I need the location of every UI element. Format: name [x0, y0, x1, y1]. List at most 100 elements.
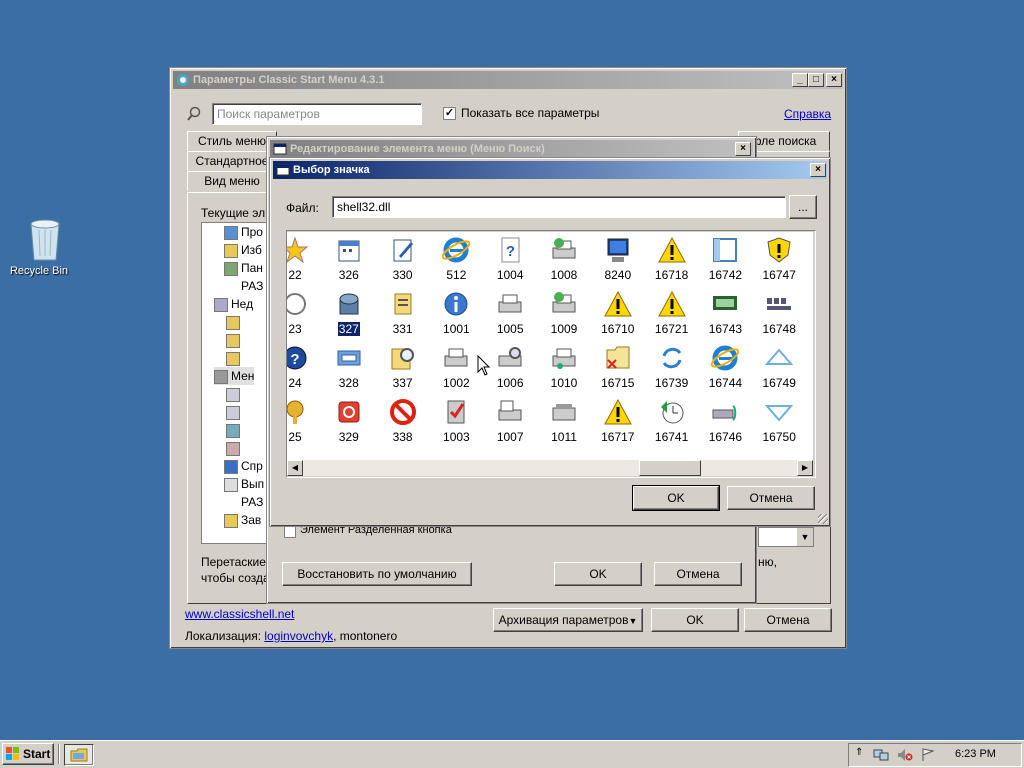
icon-cancel-button[interactable]: Отмена	[727, 486, 815, 510]
icon-cell[interactable]: 16746	[698, 396, 752, 450]
icon-cell[interactable]: 16744	[698, 342, 752, 396]
localization-link[interactable]: loginvovchyk	[264, 629, 333, 643]
tree-item[interactable]: Пан	[224, 259, 263, 277]
icon-cell[interactable]: 25	[287, 396, 322, 450]
tree-item[interactable]	[226, 439, 243, 457]
tree-item[interactable]: Про	[224, 223, 263, 241]
tab-menu-style[interactable]: Стиль меню	[187, 131, 277, 151]
help-link[interactable]: Справка	[784, 107, 831, 121]
icon-cell[interactable]: 1003	[429, 396, 483, 450]
scroll-thumb[interactable]	[639, 460, 701, 476]
icon-dialog-close-button[interactable]: ×	[810, 163, 826, 177]
search-input[interactable]: Поиск параметров	[212, 103, 422, 125]
main-ok-button[interactable]: OK	[651, 608, 739, 632]
icon-cell[interactable]: ? 24	[287, 342, 322, 396]
site-link[interactable]: www.classicshell.net	[185, 607, 294, 621]
icon-cell[interactable]: 16718	[645, 234, 699, 288]
icon-cell[interactable]: 8240	[591, 234, 645, 288]
tree-item[interactable]: Мен	[214, 367, 255, 385]
icon-cell[interactable]: 1011	[537, 396, 591, 450]
taskbar-explorer-button[interactable]	[64, 744, 94, 766]
tree-item[interactable]: Спр	[224, 457, 263, 475]
icon-cell[interactable]: 331	[376, 288, 430, 342]
tree-item[interactable]: Изб	[224, 241, 262, 259]
icon-grid[interactable]: 22 326 330 512? 1004 1008 8240 16718 16742 16747 2…	[287, 232, 813, 460]
icon-cell[interactable]: 1010	[537, 342, 591, 396]
tab-standard[interactable]: Стандартное	[187, 151, 277, 171]
browse-button[interactable]: ...	[789, 195, 817, 219]
tree-item[interactable]	[226, 349, 243, 367]
tree-item[interactable]: Нед	[214, 295, 253, 313]
show-all-checkbox[interactable]: ✓	[443, 107, 456, 120]
icon-cell[interactable]: 22	[287, 234, 322, 288]
icon-cell[interactable]: 1007	[483, 396, 537, 450]
recycle-bin[interactable]: Recycle Bin	[8, 216, 70, 288]
icon-ok-button[interactable]: OK	[632, 485, 720, 511]
scroll-left-button[interactable]: ◀	[287, 460, 303, 476]
icon-cell[interactable]: 1006	[483, 342, 537, 396]
icon-grid-scrollbar[interactable]: ◀ ▶	[287, 460, 813, 476]
tree-item[interactable]: Зав	[224, 511, 261, 529]
tree-item[interactable]: Вып	[224, 475, 264, 493]
edit-dialog-titlebar[interactable]: Редактирование элемента меню (Меню Поиск…	[270, 140, 753, 158]
icon-cell[interactable]: 512	[429, 234, 483, 288]
icon-cell[interactable]: 326	[322, 234, 376, 288]
right-dropdown[interactable]: ▼	[758, 527, 814, 547]
icon-cell[interactable]: 16742	[698, 234, 752, 288]
icon-cell[interactable]: 16721	[645, 288, 699, 342]
icon-cell[interactable]: 1001	[429, 288, 483, 342]
icon-cell[interactable]: 330	[376, 234, 430, 288]
tree-item[interactable]: РАЗ	[224, 493, 263, 511]
file-input[interactable]: shell32.dll	[332, 196, 786, 218]
tree-item[interactable]	[226, 331, 243, 349]
volume-muted-icon[interactable]	[897, 748, 913, 762]
close-button[interactable]: ×	[826, 73, 842, 87]
edit-dialog-close-button[interactable]: ×	[735, 142, 751, 156]
icon-cell[interactable]: 338	[376, 396, 430, 450]
edit-ok-button[interactable]: OK	[554, 562, 642, 586]
scroll-right-button[interactable]: ▶	[797, 460, 813, 476]
icon-dialog-titlebar[interactable]: Выбор значка	[273, 161, 827, 179]
icon-cell[interactable]: 16710	[591, 288, 645, 342]
tree-item[interactable]	[226, 421, 243, 439]
icon-cell[interactable]: 16741	[645, 396, 699, 450]
clock[interactable]: 6:23 PM	[955, 748, 996, 760]
element-checkbox[interactable]	[284, 526, 296, 538]
restore-defaults-button[interactable]: Восстановить по умолчанию	[282, 562, 472, 586]
minimize-button[interactable]: _	[792, 73, 808, 87]
flag-icon[interactable]	[921, 748, 935, 762]
menu-tree[interactable]: Про Изб Пан РАЗ Нед Мен Спр Вып РАЗ Зав	[201, 222, 271, 544]
icon-cell[interactable]: 16747	[752, 234, 806, 288]
tree-item[interactable]	[226, 385, 243, 403]
edit-cancel-button[interactable]: Отмена	[654, 562, 742, 586]
icon-cell[interactable]: 16715	[591, 342, 645, 396]
icon-cell[interactable]: 1009	[537, 288, 591, 342]
tree-item[interactable]: РАЗ	[224, 277, 263, 295]
start-button[interactable]: Start	[2, 743, 54, 765]
icon-cell[interactable]: 337	[376, 342, 430, 396]
icon-cell[interactable]: 328	[322, 342, 376, 396]
icon-cell[interactable]: 16749	[752, 342, 806, 396]
icon-cell[interactable]: 327	[322, 288, 376, 342]
icon-cell[interactable]: 1002	[429, 342, 483, 396]
maximize-button[interactable]: □	[808, 73, 824, 87]
icon-cell[interactable]: 1008	[537, 234, 591, 288]
tree-item[interactable]	[226, 403, 243, 421]
tab-menu-view[interactable]: Вид меню	[187, 171, 277, 191]
tree-item[interactable]	[226, 313, 243, 331]
backup-button[interactable]: Архивация параметров▼	[493, 608, 643, 632]
icon-cell[interactable]: 16748	[752, 288, 806, 342]
tray-expand-icon[interactable]: ⇑	[855, 747, 863, 758]
icon-cell[interactable]: 16717	[591, 396, 645, 450]
icon-cell[interactable]: ? 1004	[483, 234, 537, 288]
icon-cell[interactable]: 16750	[752, 396, 806, 450]
main-cancel-button[interactable]: Отмена	[744, 608, 832, 632]
icon-cell[interactable]: 1005	[483, 288, 537, 342]
icon-cell[interactable]: 23	[287, 288, 322, 342]
resize-grip-icon[interactable]	[818, 514, 828, 524]
icon-cell[interactable]: 16739	[645, 342, 699, 396]
network-tray-icon[interactable]	[873, 748, 889, 762]
icon-cell[interactable]: 329	[322, 396, 376, 450]
icon-cell[interactable]: 16743	[698, 288, 752, 342]
main-window-titlebar[interactable]: Параметры Classic Start Menu 4.3.1	[173, 71, 843, 89]
